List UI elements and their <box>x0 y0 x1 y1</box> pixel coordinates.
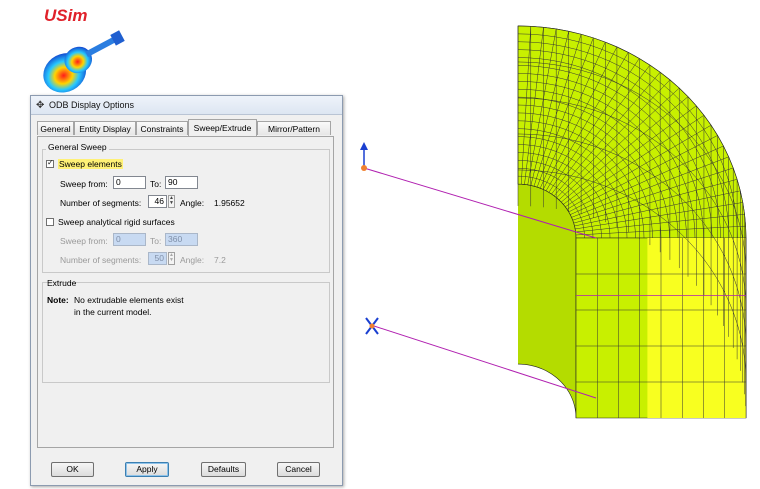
note-line-1: No extrudable elements exist <box>74 295 184 305</box>
mesh-viewport <box>360 25 747 419</box>
general-sweep-title: General Sweep <box>46 142 109 152</box>
logo-text: USim <box>44 6 88 25</box>
apply-button[interactable]: Apply <box>125 462 169 477</box>
rigid-angle-label: Angle: <box>180 255 205 265</box>
tab-sweep-extrude[interactable]: Sweep/Extrude <box>188 119 257 136</box>
note-line-2: in the current model. <box>74 307 152 317</box>
rigid-segments-spinner[interactable]: ▲ ▼ <box>168 252 175 265</box>
move-icon: ✥ <box>36 100 45 111</box>
rigid-angle-value: 7.2 <box>214 255 226 265</box>
extrude-title: Extrude <box>47 278 77 288</box>
note-label: Note: <box>47 295 69 305</box>
sweep-to-label: To: <box>150 179 162 189</box>
sweep-rigid-checkbox[interactable] <box>46 218 54 226</box>
mesh-front-highlight <box>647 238 746 418</box>
tab-mirror-pattern[interactable]: Mirror/Pattern <box>257 121 331 135</box>
ok-button[interactable]: OK <box>51 462 94 477</box>
sweep-rigid-label: Sweep analytical rigid surfaces <box>58 217 175 227</box>
sweep-from-label: Sweep from: <box>60 179 108 189</box>
triad-origin-marker <box>369 323 375 329</box>
odb-display-options-dialog: ✥ ODB Display Options General Entity Dis… <box>30 95 343 486</box>
cancel-button[interactable]: Cancel <box>277 462 320 477</box>
rigid-from-label: Sweep from: <box>60 236 108 246</box>
tab-entity-display[interactable]: Entity Display <box>74 121 136 135</box>
tab-constraints[interactable]: Constraints <box>136 121 188 135</box>
defaults-button[interactable]: Defaults <box>201 462 246 477</box>
rigid-segments-input[interactable]: 50 <box>148 252 167 265</box>
title-bar[interactable]: ✥ ODB Display Options <box>31 96 342 115</box>
angle-value: 1.95652 <box>214 198 245 208</box>
rigid-to-label: To: <box>150 236 162 246</box>
segments-input[interactable]: 46 <box>148 195 167 208</box>
triad-arrow-icon <box>360 142 368 150</box>
rigid-from-input[interactable]: 0 <box>113 233 146 246</box>
dialog-title: ODB Display Options <box>49 100 135 110</box>
rigid-to-input[interactable]: 360 <box>165 233 198 246</box>
rigid-segments-label: Number of segments: <box>60 255 142 265</box>
sweep-extrude-panel: General Sweep ✓ Sweep elements Sweep fro… <box>37 136 334 448</box>
sweep-elements-label: Sweep elements <box>58 159 123 169</box>
angle-label: Angle: <box>180 198 205 208</box>
mesh-inner-side <box>517 183 577 419</box>
sweep-elements-checkbox[interactable]: ✓ <box>46 158 54 168</box>
sweep-to-input[interactable]: 90 <box>165 176 198 189</box>
sweep-elements-label-wrap: Sweep elements <box>58 159 123 169</box>
segments-spinner[interactable]: ▲ ▼ <box>168 195 175 208</box>
sweep-from-input[interactable]: 0 <box>113 176 146 189</box>
tab-general[interactable]: General <box>37 121 74 135</box>
segments-label: Number of segments: <box>60 198 142 208</box>
triad-origin-marker <box>361 165 367 171</box>
check-icon: ✓ <box>47 158 54 167</box>
